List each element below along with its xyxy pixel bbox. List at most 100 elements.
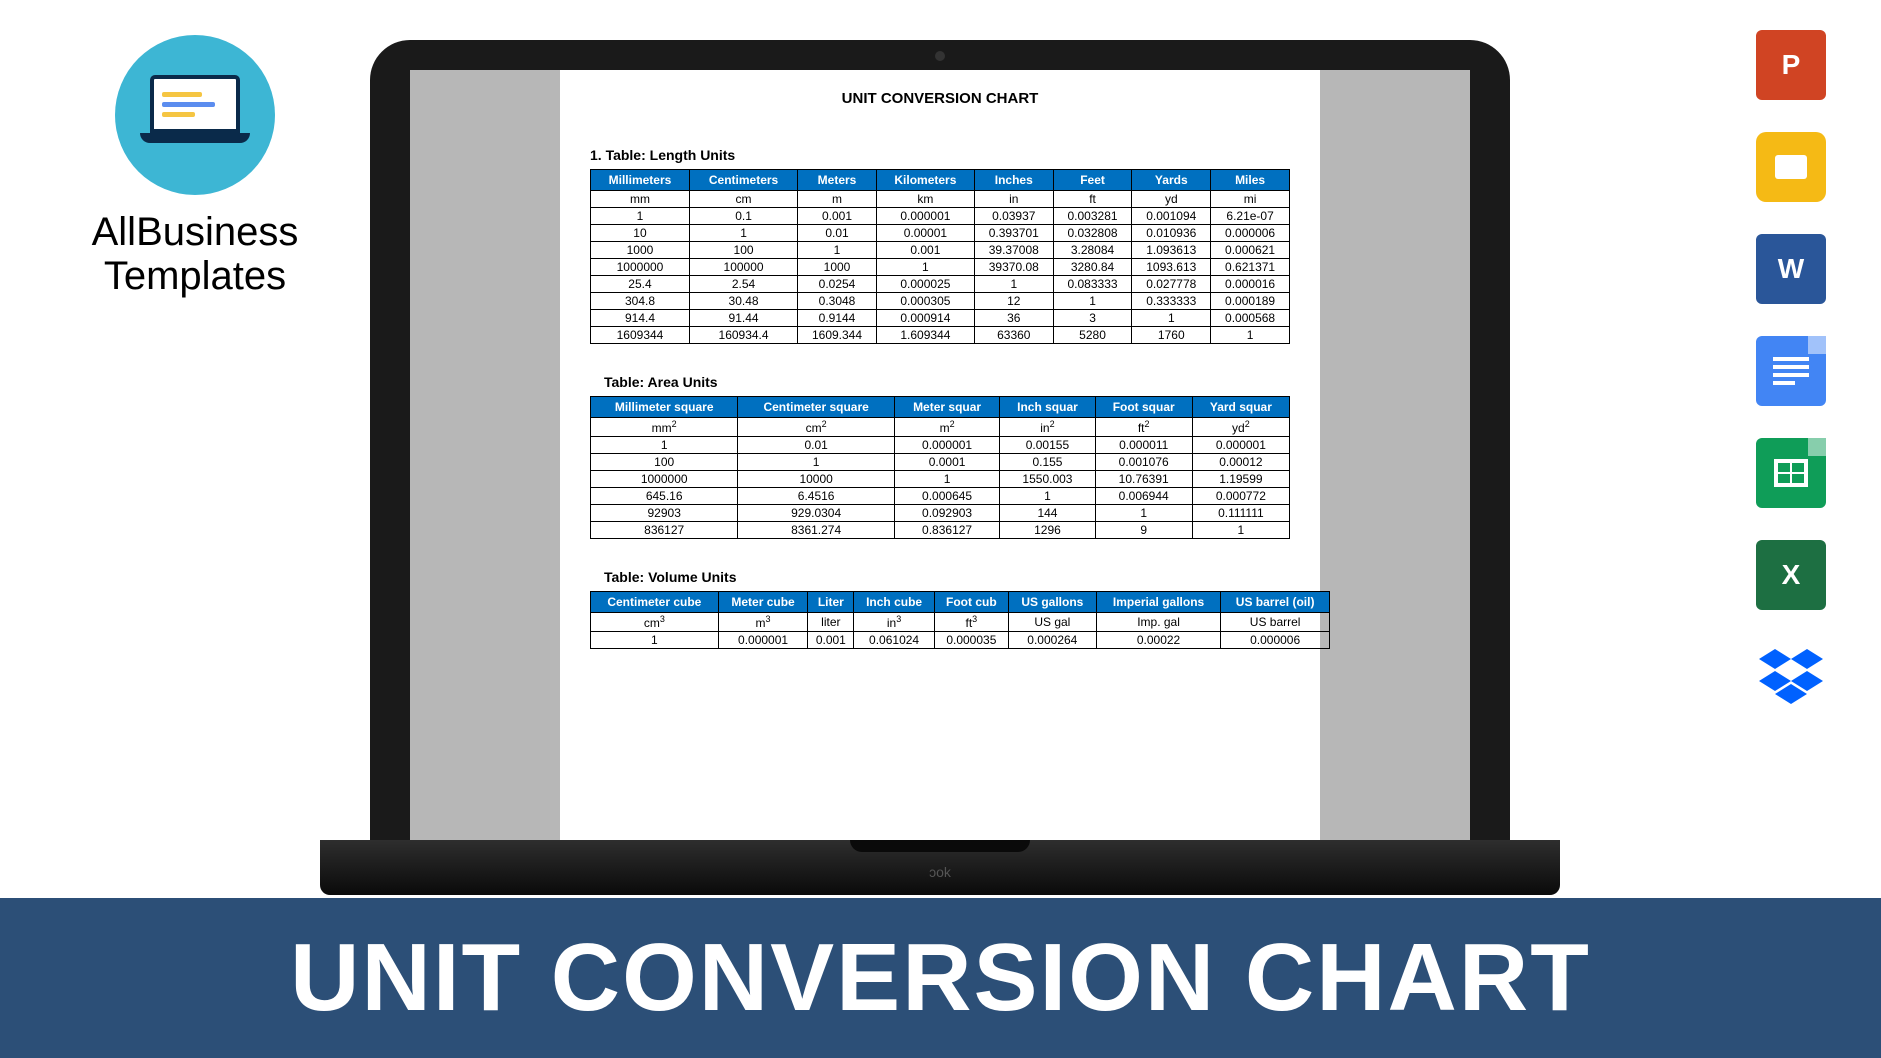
table-cell: 1 [894,471,999,488]
table-row: 10.10.0010.0000010.039370.0032810.001094… [591,208,1290,225]
table-cell: 0.00012 [1192,454,1289,471]
table-cell: 63360 [974,327,1053,344]
table-cell: 1000000 [591,259,690,276]
table-cell: 1000000 [591,471,738,488]
table-cell: 0.000001 [718,632,808,649]
table-cell: 0.000189 [1211,293,1290,310]
dropbox-icon[interactable] [1756,642,1826,712]
table-header: Inch squar [1000,397,1095,418]
table-unit-cell: US gal [1008,613,1096,632]
table-row: 10000001000001000139370.083280.841093.61… [591,259,1290,276]
table-cell: 0.1 [689,208,797,225]
table-header: Imperial gallons [1096,592,1220,613]
table-header: Inches [974,170,1053,191]
volume-units-table: Centimeter cubeMeter cubeLiterInch cubeF… [590,591,1330,649]
table-header: Feet [1053,170,1132,191]
table-cell: 1296 [1000,522,1095,539]
area-section-label: Table: Area Units [604,374,1290,390]
length-section-label: 1. Table: Length Units [590,147,1290,163]
table-cell: 0.393701 [974,225,1053,242]
table-cell: 0.083333 [1053,276,1132,293]
table-unit-cell: yd [1132,191,1211,208]
table-header: Inch cube [854,592,935,613]
table-unit-cell: km [876,191,974,208]
table-cell: 1609.344 [798,327,877,344]
table-cell: 1609344 [591,327,690,344]
table-header: Miles [1211,170,1290,191]
table-cell: 0.3048 [798,293,877,310]
table-header: Meter squar [894,397,999,418]
table-cell: 645.16 [591,488,738,505]
table-row: 914.491.440.91440.00091436310.000568 [591,310,1290,327]
table-cell: 39370.08 [974,259,1053,276]
table-unit-cell: m [798,191,877,208]
table-cell: 0.0001 [894,454,999,471]
table-cell: 0.000772 [1192,488,1289,505]
table-cell: 0.03937 [974,208,1053,225]
table-cell: 0.0254 [798,276,877,293]
table-cell: 1 [591,437,738,454]
table-unit-cell: yd2 [1192,418,1289,437]
table-cell: 1550.003 [1000,471,1095,488]
table-cell: 91.44 [689,310,797,327]
table-header: Foot squar [1095,397,1192,418]
table-cell: 0.010936 [1132,225,1211,242]
table-header: Yard squar [1192,397,1289,418]
brand-name: AllBusiness Templates [55,210,335,298]
table-cell: 0.621371 [1211,259,1290,276]
table-cell: 0.000001 [1192,437,1289,454]
brand-logo-circle [115,35,275,195]
table-cell: 1000 [798,259,877,276]
google-docs-icon[interactable] [1756,336,1826,406]
table-cell: 92903 [591,505,738,522]
table-cell: 160934.4 [689,327,797,344]
table-header: Foot cub [934,592,1008,613]
table-cell: 9 [1095,522,1192,539]
area-units-table: Millimeter squareCentimeter squareMeter … [590,396,1290,539]
table-cell: 0.000016 [1211,276,1290,293]
table-unit-cell: cm [689,191,797,208]
table-cell: 0.000645 [894,488,999,505]
table-cell: 914.4 [591,310,690,327]
table-cell: 10 [591,225,690,242]
table-cell: 1 [1053,293,1132,310]
powerpoint-icon[interactable]: P [1756,30,1826,100]
table-unit-cell: m3 [718,613,808,632]
brand-logo-block: AllBusiness Templates [55,35,335,298]
table-header: Centimeter cube [591,592,719,613]
table-cell: 2.54 [689,276,797,293]
table-cell: 0.01 [798,225,877,242]
table-cell: 1 [738,454,895,471]
table-cell: 1 [876,259,974,276]
table-row: 304.830.480.30480.0003051210.3333330.000… [591,293,1290,310]
table-cell: 6.4516 [738,488,895,505]
table-row: 10010.00010.1550.0010760.00012 [591,454,1290,471]
table-cell: 10.76391 [1095,471,1192,488]
table-cell: 0.000001 [876,208,974,225]
google-sheets-icon[interactable] [1756,438,1826,508]
table-header: US gallons [1008,592,1096,613]
table-unit-cell: in [974,191,1053,208]
google-slides-icon[interactable] [1756,132,1826,202]
table-cell: 1 [1095,505,1192,522]
excel-icon[interactable]: X [1756,540,1826,610]
laptop-screen: UNIT CONVERSION CHART 1. Table: Length U… [410,70,1470,840]
word-icon[interactable]: W [1756,234,1826,304]
table-row: 1609344160934.41609.3441.609344633605280… [591,327,1290,344]
table-cell: 1760 [1132,327,1211,344]
table-header: Meter cube [718,592,808,613]
brand-line-2: Templates [104,254,286,298]
table-cell: 1.093613 [1132,242,1211,259]
table-cell: 1.19599 [1192,471,1289,488]
table-header: Yards [1132,170,1211,191]
table-cell: 0.000006 [1221,632,1330,649]
table-cell: 39.37008 [974,242,1053,259]
table-unit-cell: mm [591,191,690,208]
table-cell: 3.28084 [1053,242,1132,259]
laptop-icon [140,75,250,155]
table-cell: 3 [1053,310,1132,327]
table-cell: 0.000914 [876,310,974,327]
table-cell: 30.48 [689,293,797,310]
table-cell: 25.4 [591,276,690,293]
table-row: 100010010.00139.370083.280841.0936130.00… [591,242,1290,259]
